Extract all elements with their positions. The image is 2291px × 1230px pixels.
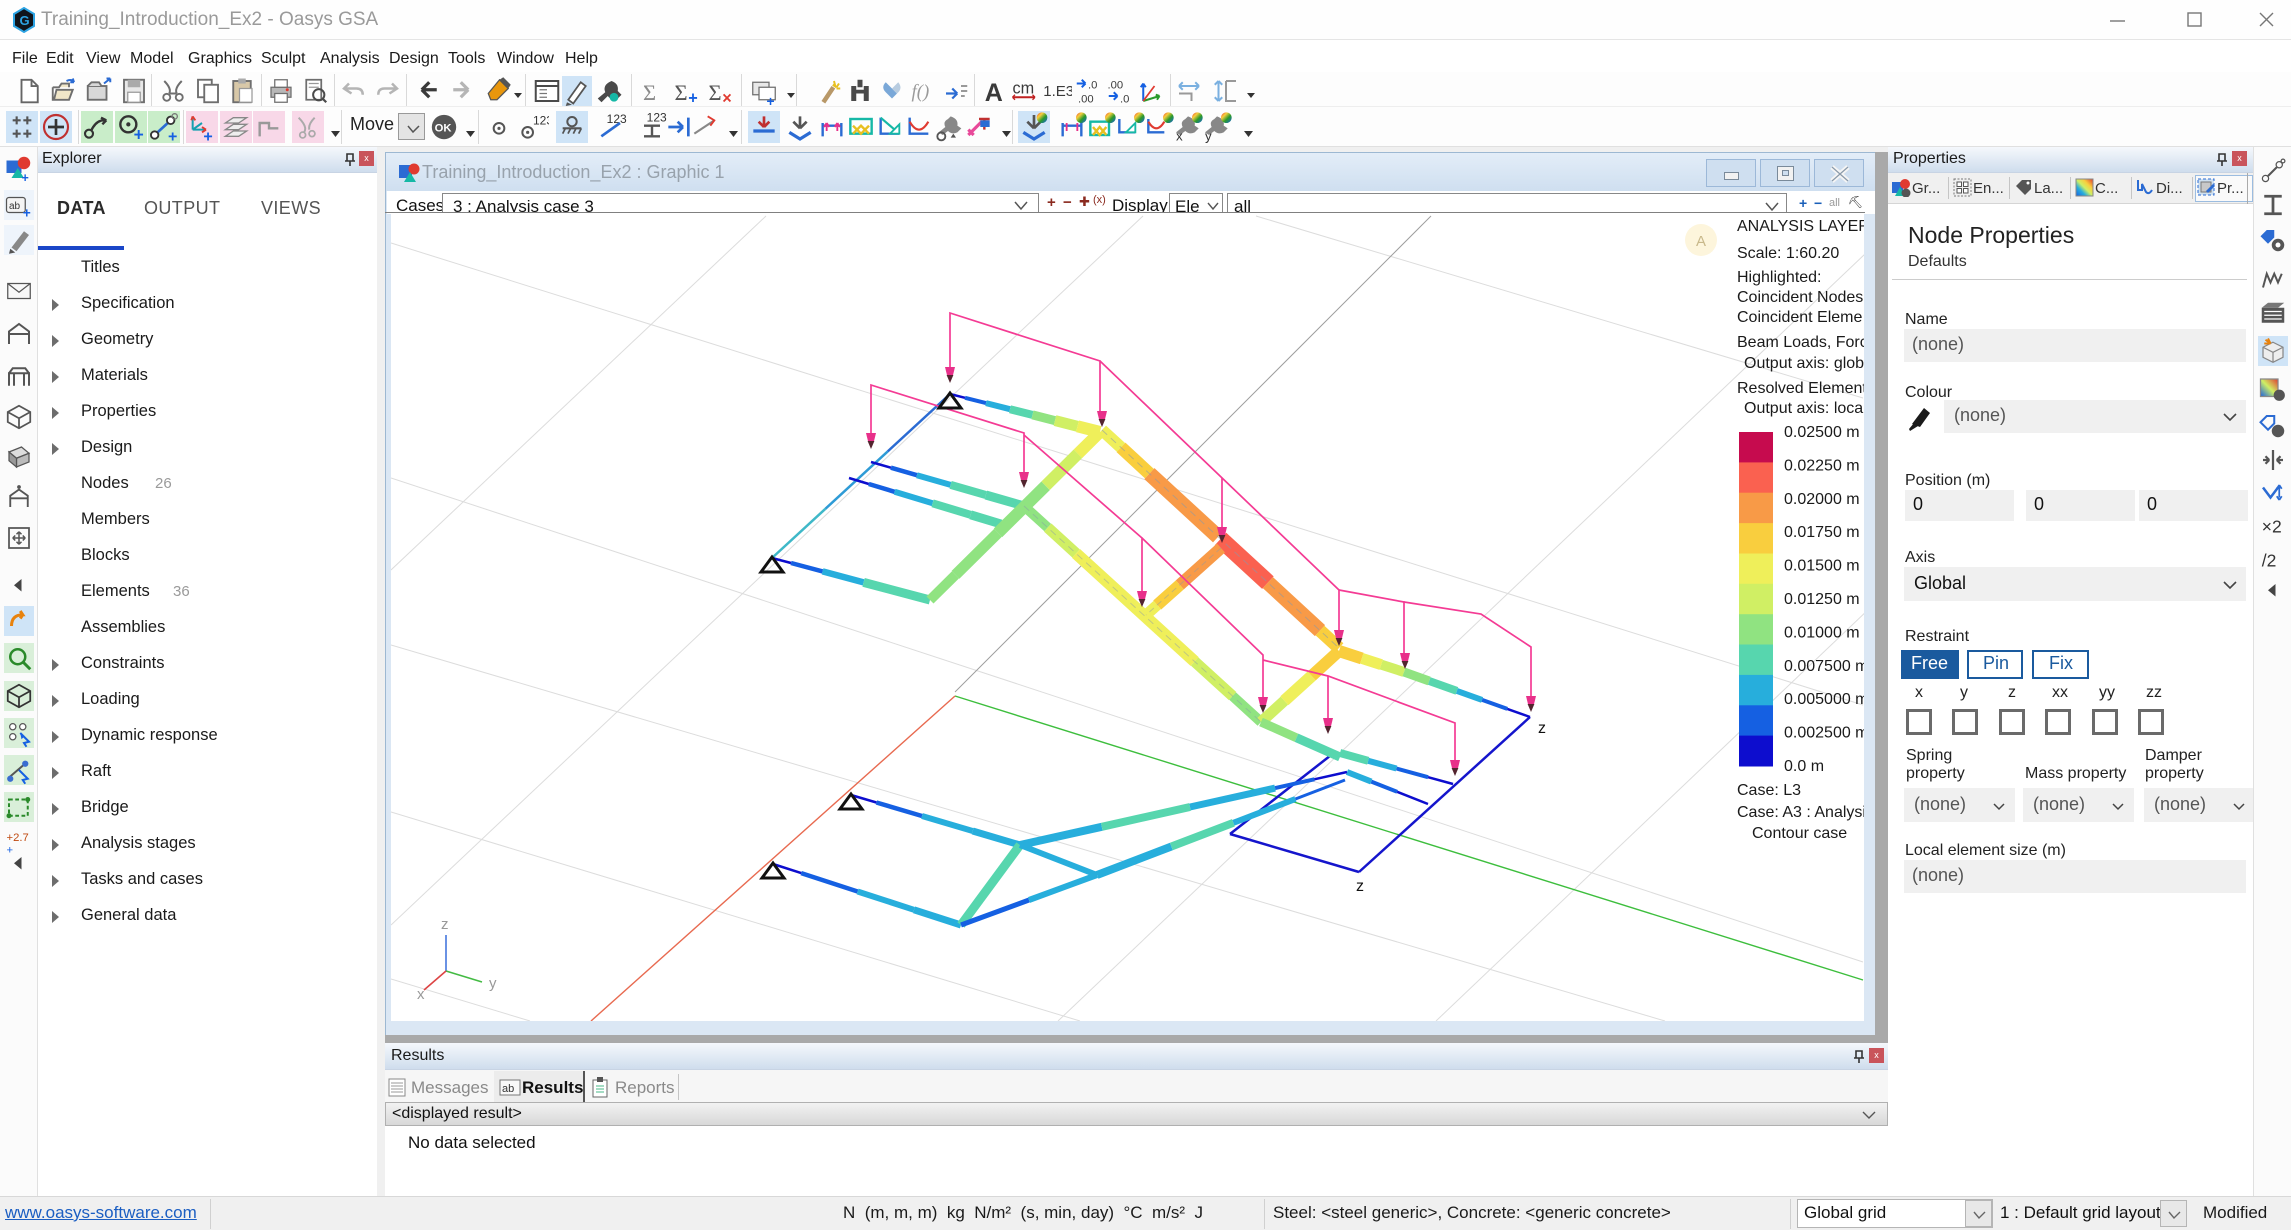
svg-text:ab: ab [502,1083,514,1095]
svg-text:0.01000 m: 0.01000 m [1784,624,1860,641]
svg-text:Σ: Σ [709,80,722,105]
svg-text:.00: .00 [1108,80,1124,92]
svg-text:Coincident Eleme: Coincident Eleme [1737,309,1863,326]
svg-text:×2: ×2 [2262,516,2282,536]
svg-text:0.01500 m: 0.01500 m [1784,558,1860,575]
svg-text:+: + [767,94,775,106]
svg-text:+: + [23,206,31,221]
svg-text:G: G [20,13,30,28]
svg-text:0.02000 m: 0.02000 m [1784,491,1860,508]
svg-text:Beam Loads, Forc: Beam Loads, Forc [1737,334,1864,351]
svg-text:0.007500 m: 0.007500 m [1784,658,1864,675]
svg-text:f(): f() [912,81,930,102]
svg-text:Output axis: loca: Output axis: loca [1744,400,1863,417]
svg-text:z: z [1538,720,1546,737]
svg-text:+: + [134,124,144,143]
svg-text:z: z [1356,878,1364,895]
svg-text:×: × [722,90,732,107]
svg-text:+: + [688,90,698,107]
svg-text:z: z [441,916,449,933]
svg-text:.00: .00 [1078,93,1094,105]
svg-text:+: + [203,129,212,143]
svg-text:Case: A3 : Analysi: Case: A3 : Analysi [1737,804,1864,821]
svg-text:+: + [22,171,29,183]
svg-text:0.01250 m: 0.01250 m [1784,591,1860,608]
svg-text:Highlighted:: Highlighted: [1737,269,1822,286]
svg-text:0.0 m: 0.0 m [1784,758,1824,775]
svg-text:Scale: 1:60.20: Scale: 1:60.20 [1737,245,1839,262]
svg-text:Coincident Nodes: Coincident Nodes [1737,289,1863,306]
svg-text:y: y [1205,128,1212,143]
svg-text:Σ: Σ [675,80,688,105]
svg-text:1.E3: 1.E3 [1043,83,1072,100]
svg-text:A: A [1696,233,1706,250]
svg-text:y: y [489,975,497,992]
svg-text:OK: OK [435,123,453,135]
svg-text:x: x [417,986,425,1003]
svg-text:+: + [168,129,177,143]
svg-text:.0: .0 [1088,80,1097,92]
svg-text:A: A [985,79,1003,106]
svg-text:Contour case: Contour case [1752,825,1847,842]
svg-text:0.005000 m: 0.005000 m [1784,691,1864,708]
svg-text:/2: /2 [2262,550,2277,570]
svg-text:Σ: Σ [643,80,656,105]
svg-text:x: x [1176,128,1183,143]
svg-text:+2.7: +2.7 [7,832,29,844]
svg-text:0.02250 m: 0.02250 m [1784,457,1860,474]
svg-text:.0: .0 [1120,93,1129,105]
svg-text:ab: ab [9,201,21,212]
svg-text:0.002500 m: 0.002500 m [1784,725,1864,742]
svg-text:123: 123 [533,113,549,127]
svg-text:ANALYSIS LAYER: ANALYSIS LAYER [1737,218,1864,235]
svg-text:Resolved Element: Resolved Element [1737,380,1864,397]
svg-text:0.01750 m: 0.01750 m [1784,524,1860,541]
svg-text:Output axis: glob: Output axis: glob [1744,355,1864,372]
svg-text:cm: cm [1013,80,1035,98]
svg-text:0.02500 m: 0.02500 m [1784,424,1860,441]
svg-text:Case: L3: Case: L3 [1737,782,1801,799]
